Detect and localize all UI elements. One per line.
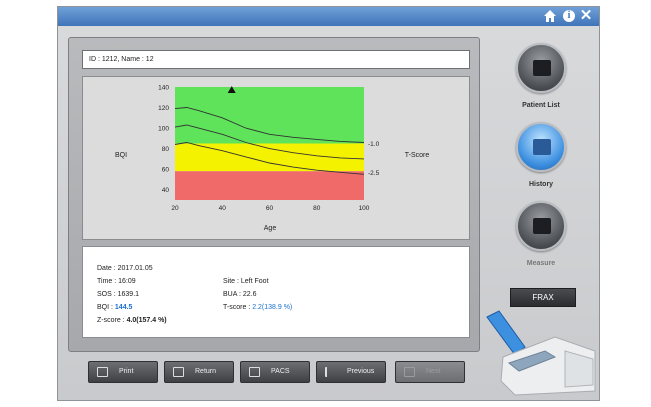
close-icon[interactable]: ✕ [579,8,593,23]
t-score-axis-label: T-Score [405,152,430,159]
bqi-chart-panel: 40 60 80 100 120 140 20 40 60 80 100 -1.0 -2.5 BQI A… [82,76,470,240]
previous-button[interactable]: Previous [316,361,386,383]
patient-list-button[interactable] [516,43,566,93]
print-label: Print [119,368,134,375]
zscore-label: Z-score : [97,317,127,324]
zone-osteoporosis [175,171,364,200]
sos-text: SOS : 1639.1 [97,291,140,298]
bqi-chart: 40 60 80 100 120 140 20 40 60 80 100 -1.0 -2.5 BQI A… [115,85,430,233]
x-tick-label: 80 [313,205,321,212]
measurement-info-panel: Date : 2017.01.05 Time : 16:09 Site : Le… [82,246,470,338]
x-tick-label: 40 [219,205,227,212]
frax-button[interactable]: FRAX [510,288,576,307]
measure-label: Measure [526,260,556,267]
y-tick-label: 120 [158,105,169,112]
home-icon[interactable] [543,9,557,23]
y-tick-label: 60 [162,167,170,174]
date-text: Date : 2017.01.05 [97,265,153,272]
y-tick-label: 140 [158,85,169,92]
return-icon [173,367,184,377]
previous-label: Previous [347,368,375,375]
y-tick-label: 100 [158,126,169,133]
print-button[interactable]: Print [88,361,158,383]
y-tick-label: 80 [162,146,170,153]
history-label: History [528,181,554,188]
next-label: Next [426,368,441,375]
tscore-text: T-score : 2.2(138.9 %) [223,304,292,311]
zscore-value: 4.0(157.4 %) [126,317,167,324]
patient-info-bar: ID : 1212, Name : 12 [82,50,470,69]
pacs-button[interactable]: PACS [240,361,310,383]
title-bar: i ✕ [58,7,599,26]
main-panel: ID : 1212, Name : 12 40 60 80 100 120 140 20 40… [68,37,480,352]
x-tick-label: 100 [359,205,370,212]
ultrasound-device-image [486,310,596,396]
info-icon[interactable]: i [563,10,575,22]
previous-icon [325,367,336,377]
x-tick-label: 60 [266,205,274,212]
return-label: Return [195,368,217,375]
zone-normal [175,87,364,144]
site-text: Site : Left Foot [223,278,269,285]
history-icon [533,139,551,155]
t-score-tick-label: -2.5 [368,170,380,177]
printer-icon [97,367,108,377]
pacs-icon [249,367,260,377]
patient-list-label: Patient List [522,102,560,109]
tscore-label: T-score : [223,304,253,311]
measure-icon [533,218,551,234]
history-button[interactable] [516,122,566,172]
tscore-value: 2.2(138.9 %) [252,304,293,311]
return-button[interactable]: Return [164,361,234,383]
y-tick-label: 40 [162,187,170,194]
bua-text: BUA : 22.6 [223,291,257,298]
y-axis-label: BQI [115,152,127,159]
next-button[interactable]: Next [395,361,465,383]
bqi-text: BQI : 144.5 [97,304,132,311]
x-tick-label: 20 [171,205,179,212]
app-window: i ✕ ID : 1212, Name : 12 40 60 80 100 120 140… [57,6,600,401]
bqi-value: 144.5 [114,304,133,311]
t-score-tick-label: -1.0 [368,141,380,148]
patient-list-icon [533,60,551,76]
pacs-label: PACS [271,368,290,375]
measure-button[interactable] [516,201,566,251]
bqi-label: BQI : [97,304,115,311]
zscore-text: Z-score : 4.0(157.4 %) [97,317,167,324]
x-axis-label: Age [264,225,277,232]
next-icon [404,367,415,377]
time-text: Time : 16:09 [97,278,136,285]
